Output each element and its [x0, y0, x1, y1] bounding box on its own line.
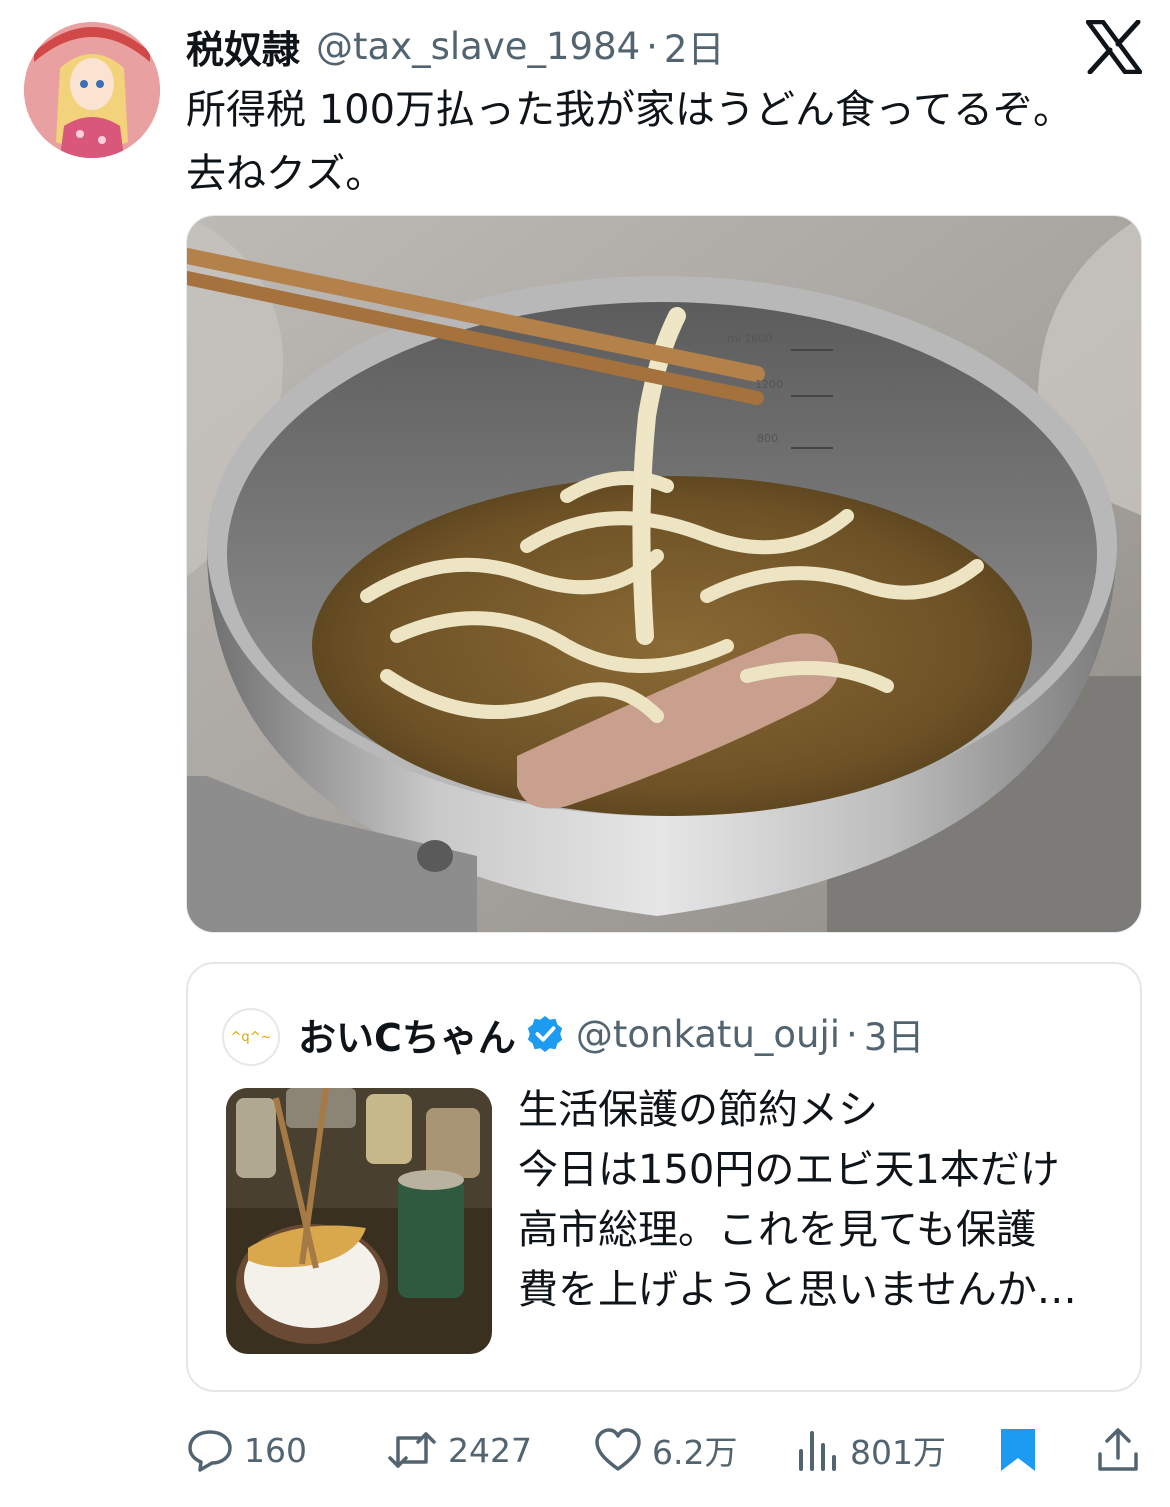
bookmark-button[interactable]	[998, 1420, 1038, 1480]
tweet-text: 所得税 100万払った我が家はうどん食ってるぞ。 去ねクズ。	[186, 78, 1146, 206]
views-button[interactable]: 801万	[796, 1420, 946, 1480]
quoted-text-line: 費を上げようと思いませんか…	[518, 1267, 1077, 1313]
tweet-photo[interactable]: ml 1600 1200 800	[186, 215, 1142, 933]
quoted-tweet-text: 生活保護の節約メシ 今日は150円のエビ天1本だけ 高市総理。これを見ても保護 …	[518, 1080, 1118, 1320]
verified-badge-icon	[527, 1015, 562, 1053]
rice-bowl-shrimp-tempura-photo	[226, 1088, 492, 1354]
quoted-tweet-thumbnail[interactable]	[226, 1088, 492, 1354]
retweet-icon	[388, 1432, 436, 1468]
retweet-button[interactable]: 2427	[386, 1420, 532, 1480]
author-name[interactable]: 税奴隷	[186, 19, 300, 74]
share-button[interactable]	[1096, 1420, 1140, 1480]
quoted-avatar-text: ^q^~	[230, 1029, 272, 1045]
view-count: 801万	[850, 1433, 946, 1472]
quoted-author-handle[interactable]: @tonkatu_ouji	[576, 1013, 840, 1056]
tweet-action-bar: 160 2427 6.2万 801万	[186, 1420, 1146, 1480]
udon-pot-photo: ml 1600 1200 800	[187, 216, 1141, 932]
share-upload-icon	[1098, 1428, 1138, 1471]
reply-count: 160	[244, 1430, 307, 1470]
reply-button[interactable]: 160	[186, 1420, 307, 1480]
quoted-text-line: 今日は150円のエビ天1本だけ	[518, 1147, 1060, 1193]
cup-mark-label: ml 1600	[727, 332, 772, 345]
heart-icon	[595, 1428, 641, 1471]
quoted-tweet-card[interactable]: ^q^~ おいCちゃん @tonkatu_ouji · 3日 生活保護の節約メシ…	[186, 962, 1142, 1392]
like-button[interactable]: 6.2万	[594, 1420, 737, 1480]
quoted-tweet-timestamp[interactable]: 3日	[864, 1007, 925, 1061]
cup-mark-label: 800	[757, 432, 778, 445]
quoted-author-avatar[interactable]: ^q^~	[222, 1008, 280, 1066]
tweet-header: 税奴隷 @tax_slave_1984 · 2日	[186, 14, 724, 78]
quoted-author-name[interactable]: おいCちゃん	[298, 1007, 516, 1062]
author-handle[interactable]: @tax_slave_1984	[316, 25, 640, 68]
quoted-text-line: 生活保護の節約メシ	[518, 1087, 878, 1133]
author-avatar[interactable]	[24, 22, 160, 158]
quoted-text-line: 高市総理。これを見ても保護	[518, 1207, 1036, 1253]
like-count: 6.2万	[652, 1433, 738, 1472]
tweet-text-line: 去ねクズ。	[186, 151, 386, 197]
reply-bubble-icon	[188, 1430, 232, 1472]
bookmark-filled-icon	[1001, 1429, 1035, 1471]
retweet-count: 2427	[448, 1430, 532, 1470]
bar-chart-views-icon	[799, 1431, 836, 1471]
quoted-tweet-header: おいCちゃん @tonkatu_ouji · 3日	[298, 1002, 924, 1066]
quoted-header-separator: ·	[846, 1012, 858, 1056]
tweet-text-line: 所得税 100万払った我が家はうどん食ってるぞ。	[186, 87, 1074, 133]
x-logo-icon[interactable]	[1085, 19, 1143, 75]
tweet-timestamp[interactable]: 2日	[664, 19, 725, 73]
cup-mark-label: 1200	[755, 378, 783, 391]
header-separator: ·	[646, 24, 658, 68]
anime-girl-avatar-icon	[24, 22, 160, 158]
